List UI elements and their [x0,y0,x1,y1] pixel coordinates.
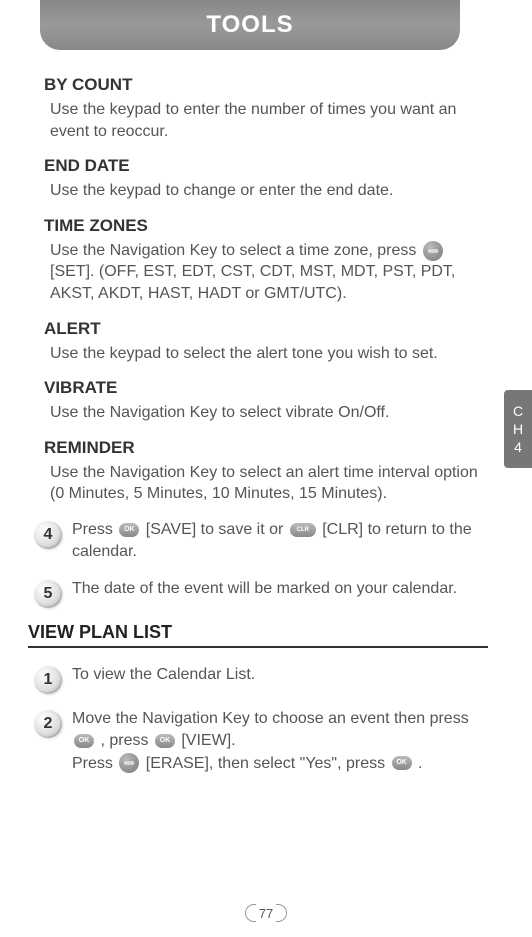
clr-key-icon: CLR [290,523,316,537]
vibrate-title: VIBRATE [44,378,488,398]
alert-body: Use the keypad to select the alert tone … [44,343,488,365]
reminder-body: Use the Navigation Key to select an aler… [44,462,488,505]
step-5: 5 The date of the event will be marked o… [34,578,488,608]
page-number: 77 [249,901,283,925]
step-4-number: 4 [34,521,62,549]
alert-title: ALERT [44,319,488,339]
navigation-key-icon [119,753,139,773]
step-5-text: The date of the event will be marked on … [72,578,488,600]
step-4-t1: Press [72,521,117,538]
vp-step-2: 2 Move the Navigation Key to choose an e… [34,708,488,775]
vp-step-1-text: To view the Calendar List. [72,664,488,686]
ok-key-icon: OK [74,734,94,748]
chapter-h: H [513,420,523,438]
step-4-t2: [SAVE] to save it or [141,521,287,538]
vp-step-1: 1 To view the Calendar List. [34,664,488,694]
step-4-text: Press OK [SAVE] to save it or CLR [CLR] … [72,519,488,564]
section-alert: ALERT Use the keypad to select the alert… [44,319,488,365]
step-4: 4 Press OK [SAVE] to save it or CLR [CLR… [34,519,488,564]
page-header: TOOLS [40,0,460,50]
vp-step-1-number: 1 [34,666,62,694]
chapter-num: 4 [514,438,522,456]
vp-step-2-number: 2 [34,710,62,738]
ok-key-icon: OK [119,523,139,537]
ok-key-icon: OK [392,756,412,770]
section-end-date: END DATE Use the keypad to change or ent… [44,156,488,202]
vp2-t6: . [414,755,423,772]
navigation-key-icon [423,241,443,261]
vp2-t1: Move the Navigation Key to choose an eve… [72,710,469,727]
end-date-title: END DATE [44,156,488,176]
page-title: TOOLS [206,11,293,39]
section-by-count: BY COUNT Use the keypad to enter the num… [44,75,488,142]
time-zones-title: TIME ZONES [44,216,488,236]
vp2-t2: , press [96,732,153,749]
chapter-tab: C H 4 [504,390,532,468]
vp2-t4: Press [72,755,117,772]
vp2-t5: [ERASE], then select "Yes", press [141,755,389,772]
section-time-zones: TIME ZONES Use the Navigation Key to sel… [44,216,488,305]
page-number-text: 77 [259,906,273,921]
tz-text-post: [SET]. (OFF, EST, EDT, CST, CDT, MST, MD… [50,263,455,302]
time-zones-body: Use the Navigation Key to select a time … [44,240,488,305]
vp-step-2-text: Move the Navigation Key to choose an eve… [72,708,488,775]
tz-text-pre: Use the Navigation Key to select a time … [50,242,421,259]
chapter-c: C [513,402,523,420]
vibrate-body: Use the Navigation Key to select vibrate… [44,402,488,424]
reminder-title: REMINDER [44,438,488,458]
ok-key-icon: OK [155,734,175,748]
step-5-number: 5 [34,580,62,608]
by-count-title: BY COUNT [44,75,488,95]
vp2-t3: [VIEW]. [177,732,236,749]
by-count-body: Use the keypad to enter the number of ti… [44,99,488,142]
view-plan-list-title: VIEW PLAN LIST [28,622,488,648]
content-area: BY COUNT Use the keypad to enter the num… [44,75,488,789]
end-date-body: Use the keypad to change or enter the en… [44,180,488,202]
section-vibrate: VIBRATE Use the Navigation Key to select… [44,378,488,424]
section-reminder: REMINDER Use the Navigation Key to selec… [44,438,488,505]
